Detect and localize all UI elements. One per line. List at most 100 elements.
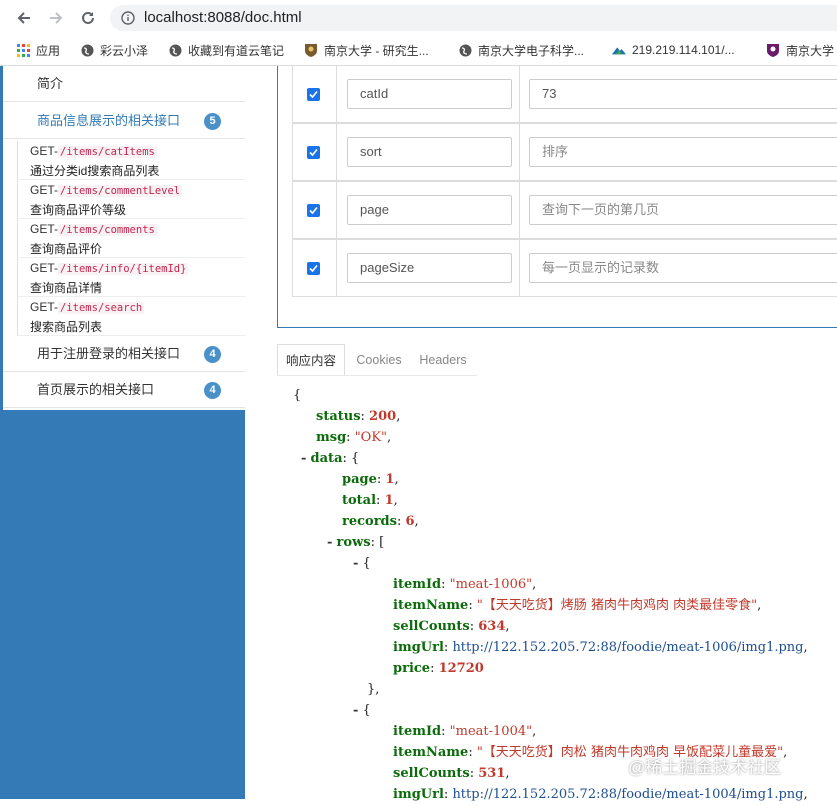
check-icon	[309, 148, 318, 157]
checkbox-cell	[293, 66, 337, 122]
param-checkbox[interactable]	[307, 146, 320, 159]
param-name-input[interactable]: sort	[347, 137, 512, 167]
json-key: rows	[336, 535, 371, 550]
tab-headers[interactable]: Headers	[413, 344, 473, 376]
menu-group-passport[interactable]: 用于注册登录的相关接口 4	[3, 336, 245, 372]
collapse-toggle[interactable]: -	[301, 451, 306, 466]
bookmark-apps[interactable]: 应用	[16, 40, 60, 60]
tab-cookies[interactable]: Cookies	[349, 344, 409, 376]
json-key: price	[393, 661, 431, 676]
json-line: - data: {	[301, 451, 360, 466]
param-row-pagesize: pageSize 每一页显示的记录数	[292, 239, 837, 297]
api-path: /items/search	[58, 302, 145, 314]
param-checkbox[interactable]	[307, 262, 320, 275]
api-path: /items/catItems	[58, 146, 157, 158]
bookmark-nju[interactable]: 南京大学	[766, 40, 834, 60]
json-line: imgUrl: http://122.152.205.72:88/foodie/…	[393, 640, 808, 655]
api-line: GET-/items/commentLevel	[30, 183, 183, 197]
api-desc: 查询商品评价等级	[30, 203, 127, 217]
json-value: 634	[478, 619, 506, 634]
json-line: records: 6,	[342, 514, 419, 529]
response-tabs: 响应内容 Cookies Headers	[277, 344, 477, 376]
param-checkbox[interactable]	[307, 204, 320, 217]
api-method: GET-	[30, 222, 59, 236]
json-line: },	[367, 682, 380, 697]
count-badge: 5	[204, 113, 221, 130]
json-line: page: 1,	[342, 472, 399, 487]
json-value: 200	[369, 409, 397, 424]
menu-label: 用于注册登录的相关接口	[37, 346, 181, 361]
param-value-input[interactable]: 查询下一页的第几页	[529, 195, 837, 225]
globe-icon	[168, 43, 182, 57]
json-key: itemId	[393, 724, 442, 739]
param-name-input[interactable]: pageSize	[347, 253, 512, 283]
api-line: GET-/items/search	[30, 300, 145, 314]
university-crest-icon	[304, 43, 318, 57]
json-link[interactable]: http://122.152.205.72:88/foodie/meat-100…	[452, 640, 803, 655]
api-method: GET-	[30, 261, 59, 275]
back-button[interactable]	[12, 6, 36, 30]
param-name-input[interactable]: catId	[347, 79, 512, 109]
university-crest-icon	[766, 43, 780, 57]
bookmarks-bar: 应用 彩云小泽 收藏到有道云笔记 南京大学 - 研究生... 南京大学电子科学.…	[0, 36, 837, 64]
api-method: GET-	[30, 183, 59, 197]
menu-intro[interactable]: 简介	[3, 66, 245, 102]
bookmark-nju-grad[interactable]: 南京大学 - 研究生...	[304, 40, 429, 60]
json-key: msg	[316, 430, 347, 445]
api-line: GET-/items/catItems	[30, 144, 157, 158]
param-value-input[interactable]: 73	[529, 79, 837, 109]
param-value-input[interactable]: 每一页显示的记录数	[529, 253, 837, 283]
param-checkbox[interactable]	[307, 88, 320, 101]
json-value: 6	[405, 514, 415, 529]
menu-label: 商品信息展示的相关接口	[37, 113, 181, 128]
bookmark-ip[interactable]: 219.219.114.101/...	[612, 40, 735, 60]
reload-button[interactable]	[76, 6, 100, 30]
bookmark-caiyun[interactable]: 彩云小泽	[80, 40, 148, 60]
json-key: total	[342, 493, 377, 508]
collapse-toggle[interactable]: -	[353, 556, 358, 571]
count-badge: 4	[204, 346, 221, 363]
tab-response[interactable]: 响应内容	[277, 344, 345, 376]
check-icon	[309, 90, 318, 99]
json-line: - rows: [	[327, 535, 385, 550]
param-row-catid: catId 73	[292, 65, 837, 123]
api-item-catitems[interactable]: GET-/items/catItems 通过分类id搜索商品列表	[17, 141, 245, 180]
bookmark-youdao[interactable]: 收藏到有道云笔记	[168, 40, 284, 60]
api-item-commentlevel[interactable]: GET-/items/commentLevel 查询商品评价等级	[17, 180, 245, 219]
json-link[interactable]: http://122.152.205.72:88/foodie/meat-100…	[452, 787, 803, 802]
api-item-info[interactable]: GET-/items/info/{itemId} 查询商品详情	[17, 258, 245, 297]
sidebar-menu: 简介 商品信息展示的相关接口 5 GET-/items/catItems 通过分…	[3, 66, 245, 410]
menu-group-index[interactable]: 首页展示的相关接口 4	[3, 372, 245, 408]
tab-divider	[277, 375, 477, 376]
info-icon[interactable]	[121, 11, 135, 25]
param-value-input[interactable]: 排序	[529, 137, 837, 167]
api-item-search[interactable]: GET-/items/search 搜索商品列表	[17, 297, 245, 336]
menu-group-items[interactable]: 商品信息展示的相关接口 5	[3, 103, 245, 139]
json-key: itemId	[393, 577, 442, 592]
reload-icon	[82, 11, 94, 24]
json-value: "meat-1004"	[449, 724, 533, 739]
json-value: 531	[478, 766, 506, 781]
json-line: imgUrl: http://122.152.205.72:88/foodie/…	[393, 787, 808, 802]
collapse-toggle[interactable]: -	[353, 703, 358, 718]
api-item-comments[interactable]: GET-/items/comments 查询商品评价	[17, 219, 245, 258]
address-bar[interactable]: localhost:8088/doc.html	[110, 5, 837, 31]
json-key: sellCounts	[393, 619, 470, 634]
json-key: data	[310, 451, 343, 466]
bookmark-nju-ese[interactable]: 南京大学电子科学...	[458, 40, 584, 60]
api-desc: 通过分类id搜索商品列表	[30, 164, 160, 178]
api-path: /items/commentLevel	[58, 185, 183, 197]
forward-button[interactable]	[44, 6, 68, 30]
json-key: page	[342, 472, 377, 487]
json-value: "【天天吃货】烤肠 猪肉牛肉鸡肉 肉类最佳零食"	[476, 598, 758, 613]
apps-grid-icon	[16, 43, 30, 57]
bookmark-label: 南京大学	[786, 43, 835, 58]
browser-chrome: localhost:8088/doc.html 应用 彩云小泽 收藏到有道云笔记…	[0, 0, 837, 66]
mountain-logo-icon	[612, 43, 626, 57]
sidebar: 简介 商品信息展示的相关接口 5 GET-/items/catItems 通过分…	[0, 66, 245, 799]
json-brace: {	[293, 388, 302, 403]
collapse-toggle[interactable]: -	[327, 535, 332, 550]
json-key: imgUrl	[393, 640, 444, 655]
bookmark-label: 彩云小泽	[100, 43, 149, 58]
param-name-input[interactable]: page	[347, 195, 512, 225]
